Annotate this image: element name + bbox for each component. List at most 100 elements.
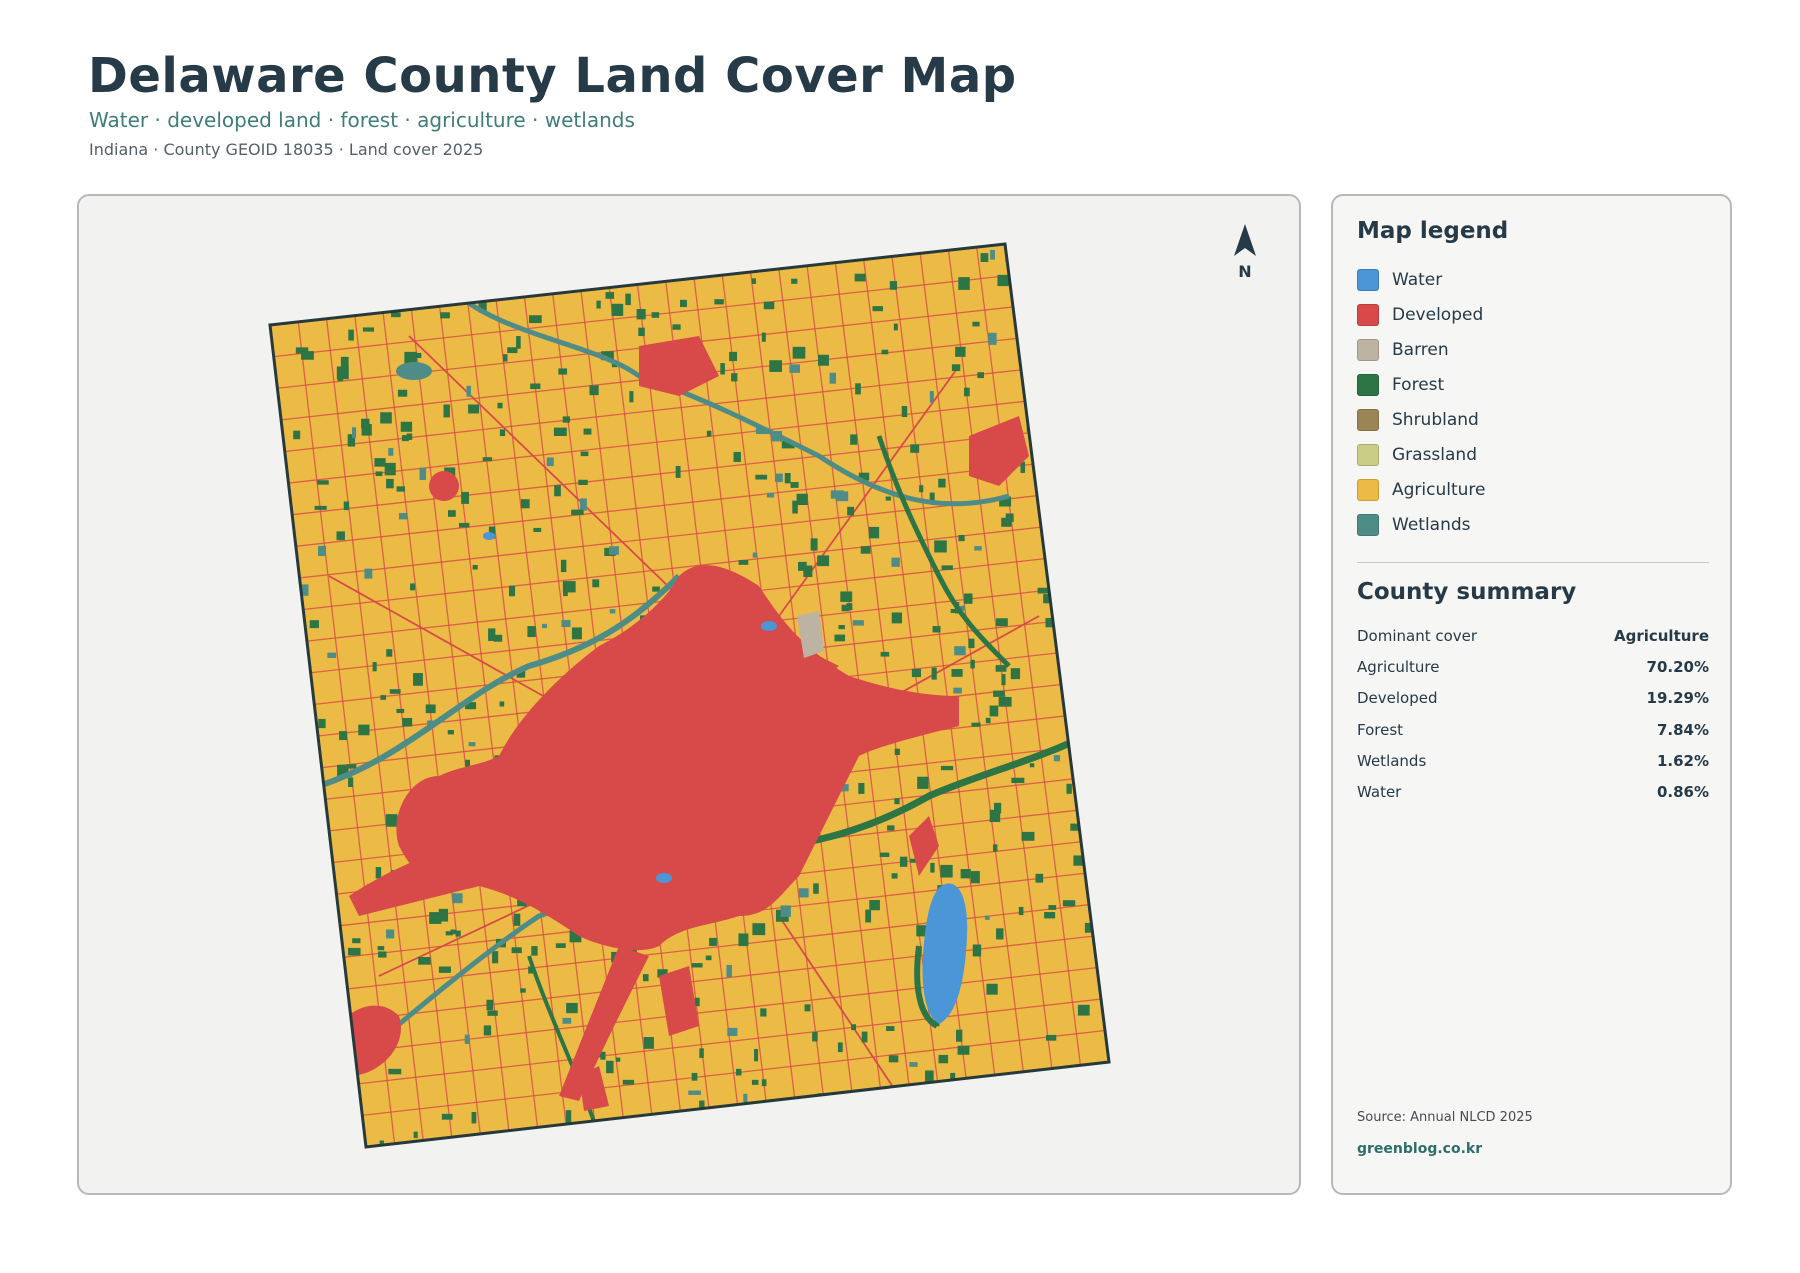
forest-patch <box>972 944 982 957</box>
forest-patch <box>361 418 370 429</box>
forest-patch <box>562 1017 572 1024</box>
forest-patch <box>891 873 898 879</box>
north-arrow: N <box>1215 222 1275 281</box>
forest-patch <box>955 346 966 357</box>
forest-patch <box>869 900 880 911</box>
forest-patch <box>348 329 354 341</box>
forest-patch <box>636 309 646 320</box>
forest-patch <box>996 928 1004 940</box>
forest-patch <box>709 937 717 946</box>
land-cover-map[interactable] <box>79 196 1301 1195</box>
forest-patch <box>438 966 451 973</box>
forest-patch <box>780 905 791 917</box>
summary-key: Water <box>1357 783 1402 802</box>
forest-patch <box>1053 755 1061 762</box>
forest-patch <box>972 321 980 327</box>
forest-patch <box>792 346 806 359</box>
forest-patch <box>384 462 396 476</box>
forest-patch <box>1001 517 1012 527</box>
forest-patch <box>691 1072 698 1081</box>
forest-patch <box>555 943 566 948</box>
summary-value: 19.29% <box>1646 689 1709 708</box>
forest-patch <box>990 249 995 260</box>
forest-patch <box>571 627 582 640</box>
forest-patch <box>881 349 889 355</box>
forest-patch <box>301 351 314 360</box>
forest-patch <box>736 1068 742 1076</box>
forest-patch <box>580 498 587 511</box>
forest-patch <box>754 1048 759 1062</box>
page-title: Delaware County Land Cover Map <box>88 48 1017 104</box>
forest-patch <box>1001 674 1006 686</box>
forest-patch <box>425 704 436 714</box>
forest-patch <box>931 667 937 680</box>
forest-patch <box>471 1111 477 1124</box>
north-arrow-icon <box>1234 224 1256 256</box>
forest-patch <box>511 947 522 954</box>
forest-patch <box>840 591 853 602</box>
page-subtitle: Water · developed land · forest · agricu… <box>89 108 635 132</box>
forest-patch <box>389 689 401 694</box>
water-pond <box>483 532 495 540</box>
forest-patch <box>562 581 576 593</box>
forest-patch <box>901 406 908 418</box>
forest-patch <box>934 540 947 553</box>
forest-patch <box>880 651 890 657</box>
forest-patch <box>968 638 975 649</box>
forest-patch <box>755 474 768 480</box>
forest-patch <box>309 620 319 629</box>
summary-key: Agriculture <box>1357 657 1440 676</box>
forest-patch <box>993 690 1005 697</box>
forest-patch <box>838 624 845 630</box>
forest-patch <box>850 434 858 445</box>
forest-patch <box>992 844 998 852</box>
forest-patch <box>766 492 775 498</box>
forest-patch <box>729 351 738 362</box>
forest-patch <box>998 696 1012 707</box>
forest-patch <box>810 538 818 551</box>
site-link[interactable]: greenblog.co.kr <box>1357 1141 1482 1157</box>
forest-patch <box>578 479 588 486</box>
forest-patch <box>974 546 982 551</box>
forest-patch <box>461 491 469 504</box>
summary-row: Wetlands 1.62% <box>1357 745 1709 776</box>
map-panel[interactable] <box>77 194 1301 1195</box>
forest-patch <box>583 428 592 435</box>
summary-key: Dominant cover <box>1357 626 1478 645</box>
forest-patch <box>472 564 478 570</box>
forest-patch <box>386 478 394 489</box>
forest-patch <box>751 1079 759 1085</box>
forest-patch <box>343 501 350 511</box>
forest-patch <box>812 1031 818 1042</box>
forest-patch <box>970 659 975 669</box>
forest-patch <box>418 957 431 965</box>
summary-key: Developed <box>1357 689 1438 708</box>
forest-patch <box>938 478 946 488</box>
forest-patch <box>314 505 327 510</box>
forest-patch <box>1021 831 1035 841</box>
forest-patch <box>592 579 600 588</box>
forest-patch <box>377 946 385 951</box>
forest-patch <box>513 913 521 926</box>
forest-patch <box>960 869 971 879</box>
forest-swatch <box>1357 373 1379 396</box>
forest-patch <box>450 929 457 935</box>
forest-patch <box>410 583 416 591</box>
forest-patch <box>984 915 990 920</box>
forest-patch <box>402 717 413 727</box>
forest-patch <box>388 447 394 456</box>
developed-town <box>429 471 459 501</box>
forest-patch <box>497 402 503 409</box>
forest-patch <box>957 1045 970 1055</box>
forest-patch <box>760 1008 767 1017</box>
legend-item-developed: Developed <box>1357 297 1486 332</box>
wetland-pond <box>396 362 432 380</box>
summary-table: Dominant cover Agriculture Agriculture 7… <box>1357 620 1709 808</box>
forest-patch <box>562 416 570 423</box>
forest-patch <box>527 626 536 638</box>
forest-patch <box>464 1034 470 1044</box>
forest-patch <box>761 332 766 342</box>
forest-patch <box>351 427 357 438</box>
forest-patch <box>391 312 401 318</box>
forest-patch <box>970 871 980 884</box>
